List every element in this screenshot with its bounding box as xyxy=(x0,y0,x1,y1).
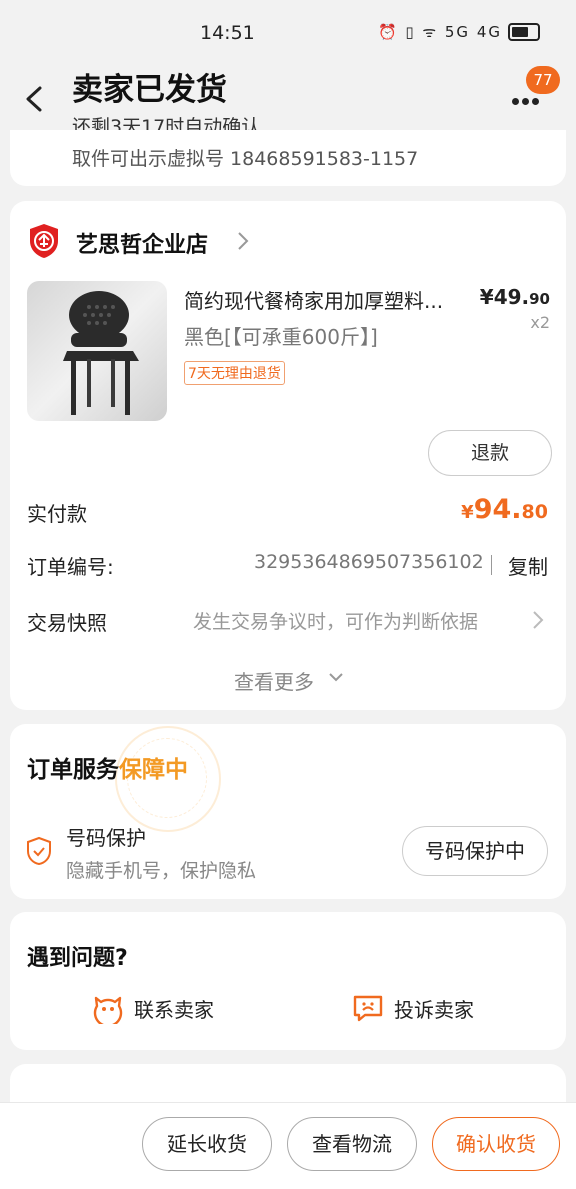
paid-int: 94. xyxy=(473,494,522,525)
order-service-card: 订单服务保障中 号码保护 隐藏手机号，保护隐私 号码保护中 xyxy=(10,724,566,899)
page-title: 卖家已发货 xyxy=(72,72,227,108)
extend-receipt-button[interactable]: 延长收货 xyxy=(142,1117,272,1171)
product-title[interactable]: 简约现代餐椅家用加厚塑料... xyxy=(184,285,474,314)
confirm-receipt-button[interactable]: 确认收货 xyxy=(432,1117,560,1171)
refund-button[interactable]: 退款 xyxy=(428,430,552,476)
pickup-card: 取件可出示虚拟号 18468591583-1157 xyxy=(10,130,566,186)
order-card: 艺思哲企业店 简约现代餐椅家用加厚塑料... ¥49.90 x2 黑色[【可承重… xyxy=(10,201,566,710)
complaint-icon xyxy=(353,995,383,1022)
issue-card: 遇到问题? 联系卖家 投诉卖家 xyxy=(10,912,566,1050)
product-price: ¥49.90 xyxy=(480,285,550,309)
chair-image xyxy=(63,291,139,415)
paid-dec: 80 xyxy=(521,501,548,523)
shop-name[interactable]: 艺思哲企业店 xyxy=(76,227,208,259)
paid-symbol: ¥ xyxy=(461,502,474,523)
status-icons: ⏰ ▯ ᯤ 5G 4G xyxy=(378,22,540,42)
service-title: 订单服务保障中 xyxy=(27,750,188,784)
number-protection-desc: 隐藏手机号，保护隐私 xyxy=(66,860,257,882)
complain-seller-label: 投诉卖家 xyxy=(394,997,474,1022)
return-policy-tag: 7天无理由退货 xyxy=(184,361,285,385)
order-number-label: 订单编号: xyxy=(27,555,114,579)
chevron-right-icon[interactable] xyxy=(236,229,250,253)
pickup-virtual-number: 取件可出示虚拟号 18468591583-1157 xyxy=(72,148,419,170)
chat-face-icon xyxy=(93,996,123,1024)
issue-title: 遇到问题? xyxy=(27,946,128,971)
snapshot-description[interactable]: 发生交易争议时，可作为判断依据 xyxy=(193,607,478,634)
bottom-action-bar: 延长收货 查看物流 确认收货 xyxy=(0,1102,576,1189)
number-protection-button[interactable]: 号码保护中 xyxy=(402,826,548,876)
number-protection-title: 号码保护 xyxy=(66,826,146,850)
chevron-right-icon[interactable] xyxy=(532,609,544,631)
shop-shield-icon xyxy=(30,224,58,258)
status-icons-text: ⏰ ▯ ᯤ 5G 4G xyxy=(377,23,502,41)
snapshot-label[interactable]: 交易快照 xyxy=(27,607,107,636)
chevron-down-icon[interactable] xyxy=(328,671,344,683)
notification-badge: 77 xyxy=(526,66,560,94)
product-price-dec: 90 xyxy=(529,290,550,308)
status-bar: 14:51 ⏰ ▯ ᯤ 5G 4G xyxy=(0,0,576,60)
back-icon[interactable] xyxy=(22,84,48,114)
service-title-highlight: 保障中 xyxy=(119,757,188,783)
service-title-main: 订单服务 xyxy=(27,757,119,783)
paid-label: 实付款 xyxy=(27,502,87,526)
divider xyxy=(491,555,492,575)
see-more-button[interactable]: 查看更多 xyxy=(234,666,314,695)
complain-seller-button[interactable]: 投诉卖家 xyxy=(352,992,474,1024)
product-quantity: x2 xyxy=(530,313,550,332)
view-logistics-button[interactable]: 查看物流 xyxy=(287,1117,417,1171)
product-image[interactable] xyxy=(27,281,167,421)
copy-button[interactable]: 复制 xyxy=(508,551,548,580)
status-time: 14:51 xyxy=(200,22,255,44)
product-spec: 黑色[【可承重600斤】] xyxy=(184,325,378,349)
product-price-int: 49. xyxy=(493,285,530,309)
paid-amount: ¥94.80 xyxy=(461,494,548,525)
order-number-value: 3295364869507356102 xyxy=(254,551,484,573)
shield-check-icon xyxy=(27,836,51,866)
contact-seller-button[interactable]: 联系卖家 xyxy=(92,992,214,1024)
contact-seller-label: 联系卖家 xyxy=(134,997,214,1022)
battery-icon xyxy=(508,23,540,41)
product-price-symbol: ¥ xyxy=(479,285,494,309)
